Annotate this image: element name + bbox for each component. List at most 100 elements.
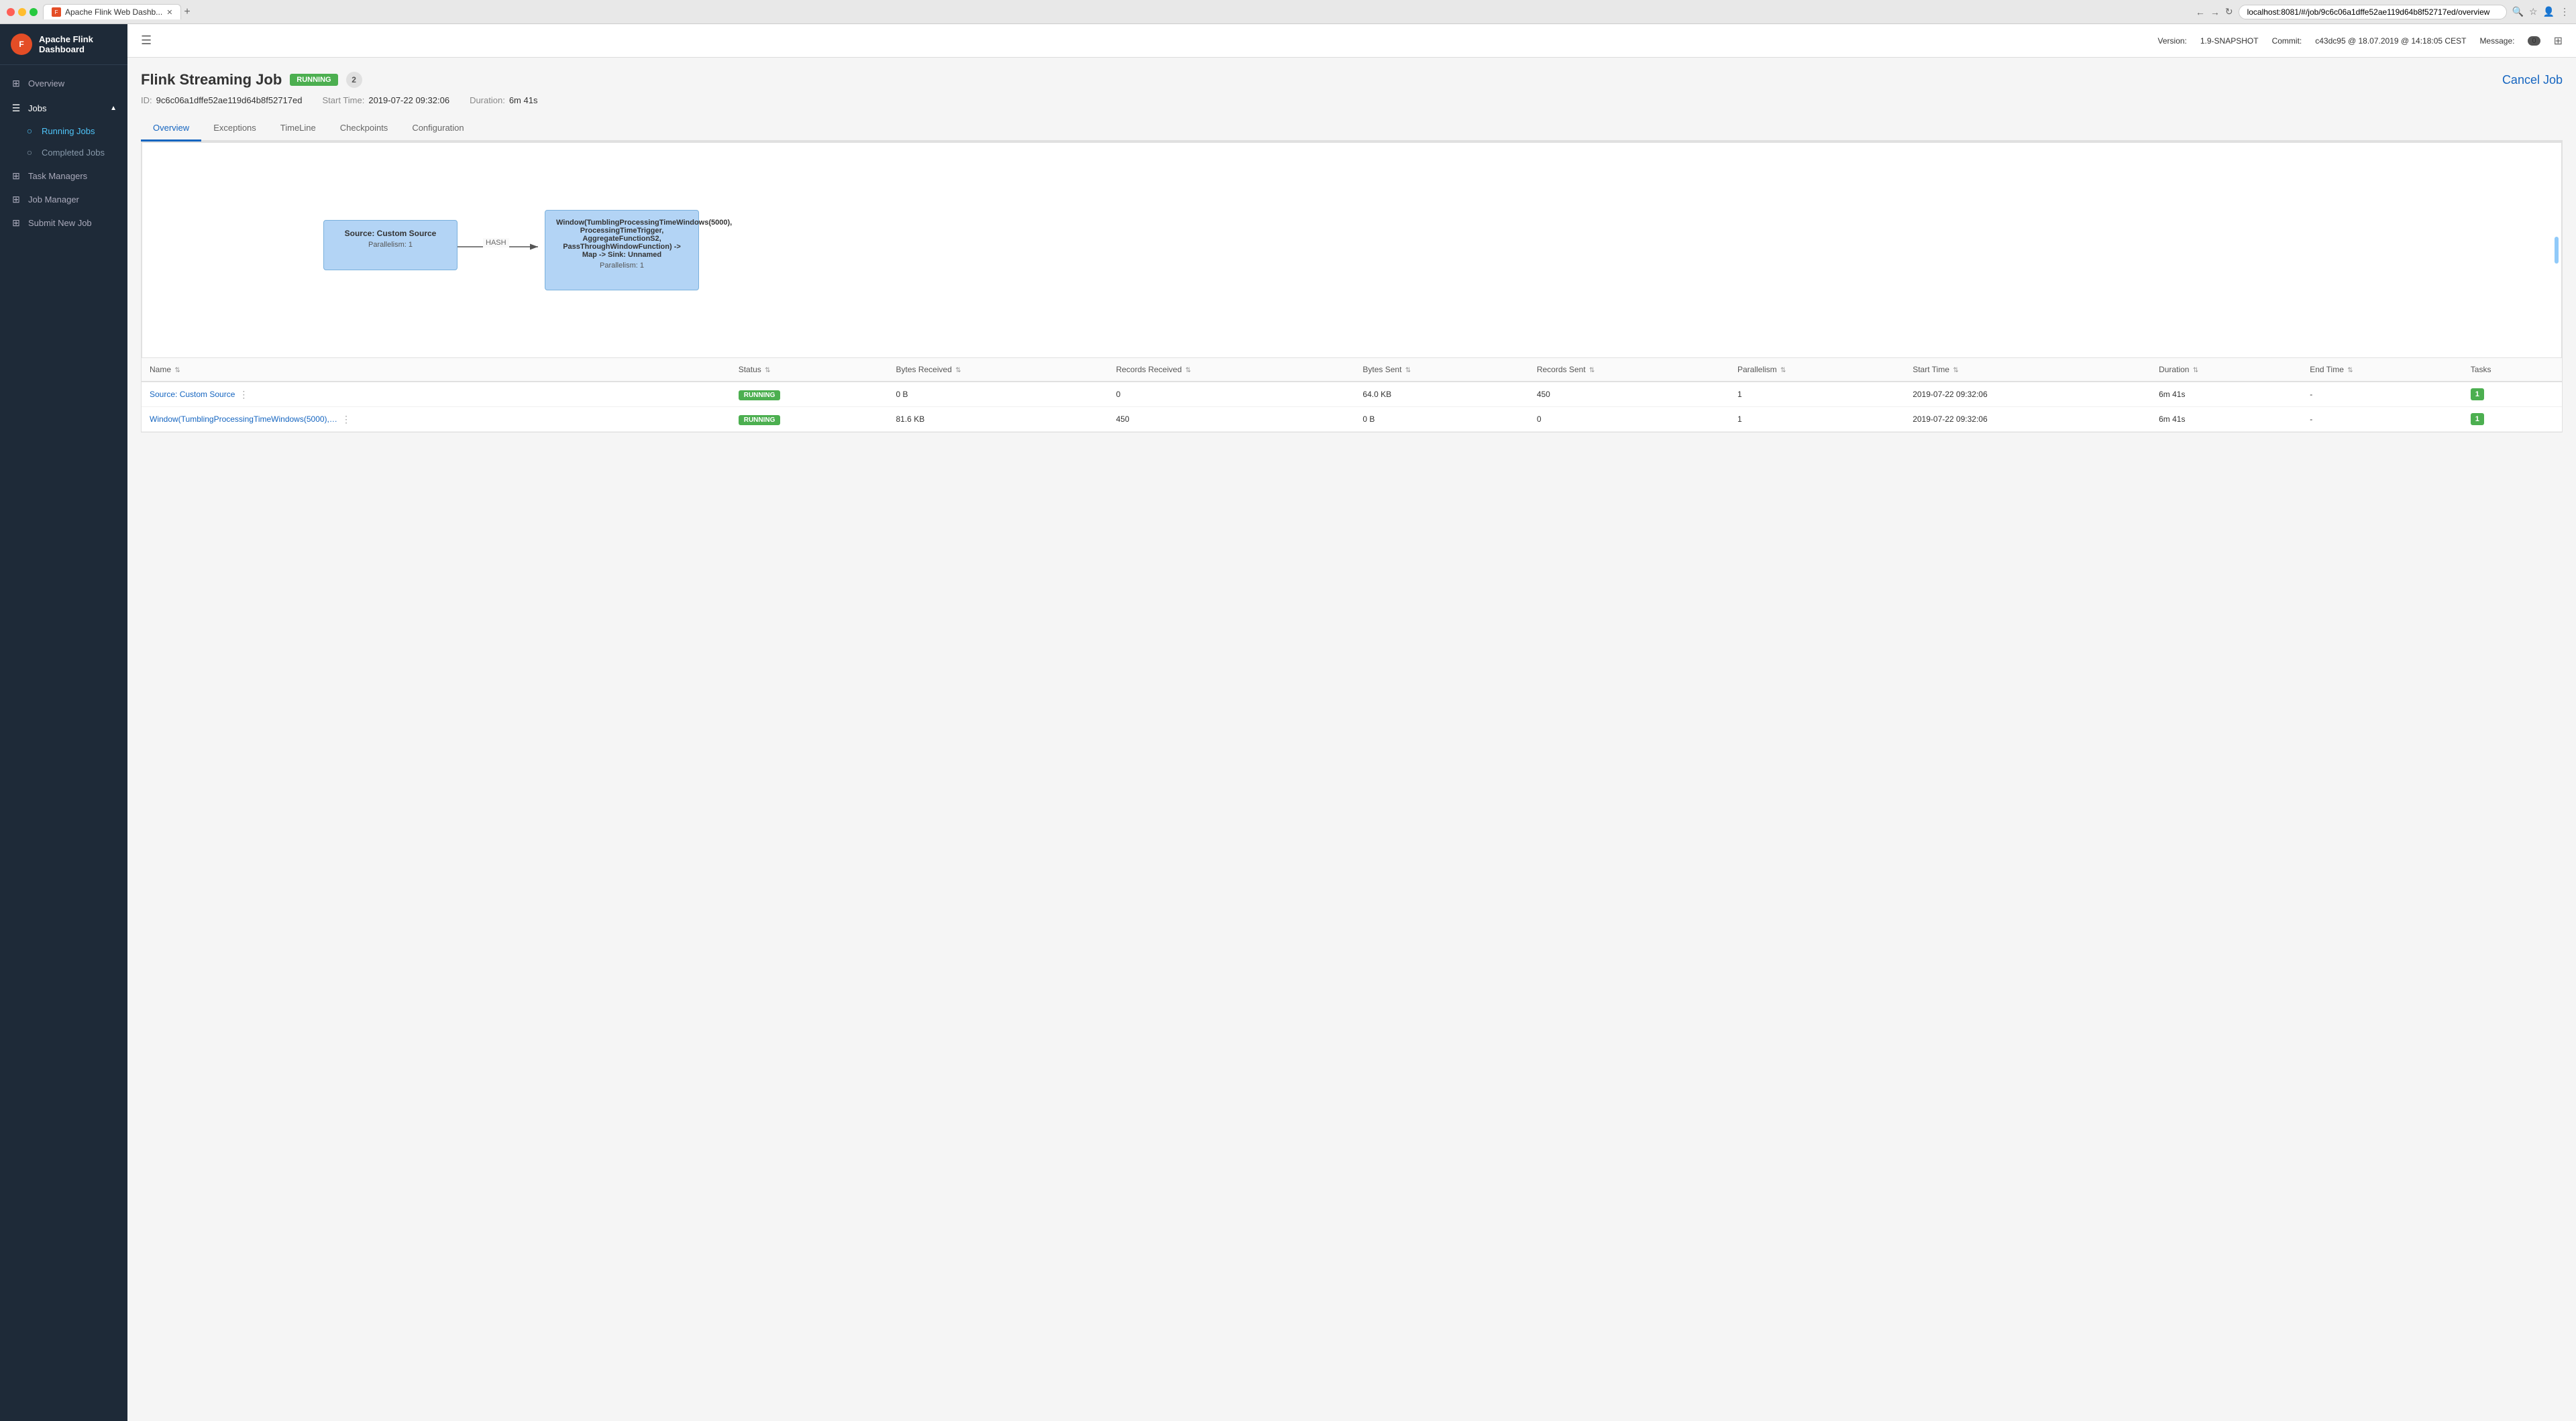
row2-name-link[interactable]: Window(TumblingProcessingTimeWindows(500… xyxy=(150,414,337,424)
sort-start-time-icon[interactable]: ⇅ xyxy=(1953,367,1958,374)
sidebar-item-overview-label: Overview xyxy=(28,78,64,89)
job-start-value: 2019-07-22 09:32:06 xyxy=(368,95,449,105)
tab-close-button[interactable]: ✕ xyxy=(166,8,172,17)
job-duration-item: Duration: 6m 41s xyxy=(470,95,537,105)
content-area: Flink Streaming Job RUNNING 2 Cancel Job… xyxy=(127,58,2576,1421)
job-header: Flink Streaming Job RUNNING 2 xyxy=(141,71,2502,89)
jobs-icon: ☰ xyxy=(11,103,21,114)
overview-icon: ⊞ xyxy=(11,78,21,89)
commit-value: c43dc95 @ 18.07.2019 @ 14:18:05 CEST xyxy=(2315,36,2466,46)
sidebar-item-submit-new-job[interactable]: ⊞ Submit New Job xyxy=(0,211,127,235)
menu-icon[interactable]: ⋮ xyxy=(2560,6,2569,17)
commit-label: Commit: xyxy=(2272,36,2302,46)
forward-button[interactable]: → xyxy=(2210,7,2220,17)
message-count-badge: 0 xyxy=(2528,36,2540,46)
tab-timeline[interactable]: TimeLine xyxy=(268,116,328,141)
message-label: Message: xyxy=(2479,36,2514,46)
sidebar-item-submit-job-label: Submit New Job xyxy=(28,218,92,228)
browser-actions: 🔍 ☆ 👤 ⋮ xyxy=(2512,6,2569,17)
row1-records-sent: 450 xyxy=(1529,382,1729,407)
col-records-sent[interactable]: Records Sent ⇅ xyxy=(1529,358,1729,382)
maximize-window-button[interactable] xyxy=(30,8,38,16)
top-header: ☰ Version: 1.9-SNAPSHOT Commit: c43dc95 … xyxy=(127,24,2576,58)
row2-status-badge: RUNNING xyxy=(739,415,781,425)
graph-node-window[interactable]: Window(TumblingProcessingTimeWindows(500… xyxy=(545,210,699,290)
sort-duration-icon[interactable]: ⇅ xyxy=(2193,367,2198,374)
grid-icon[interactable]: ⊞ xyxy=(2554,34,2563,48)
sort-name-icon[interactable]: ⇅ xyxy=(174,367,180,374)
row1-name-link[interactable]: Source: Custom Source xyxy=(150,390,235,399)
scroll-thumb xyxy=(2555,237,2559,264)
row1-tasks: 1 xyxy=(2463,382,2562,407)
close-window-button[interactable] xyxy=(7,8,15,16)
back-button[interactable]: ← xyxy=(2196,7,2205,17)
job-parallel-badge: 2 xyxy=(346,72,362,88)
zoom-icon[interactable]: 🔍 xyxy=(2512,6,2524,17)
sidebar-item-overview[interactable]: ⊞ Overview xyxy=(0,72,127,95)
reload-button[interactable]: ↻ xyxy=(2225,6,2233,17)
sidebar-item-running-jobs[interactable]: ○ Running Jobs xyxy=(0,120,127,141)
row2-name: Window(TumblingProcessingTimeWindows(500… xyxy=(142,407,731,432)
sort-records-received-icon[interactable]: ⇅ xyxy=(1185,367,1191,374)
sidebar-item-job-manager[interactable]: ⊞ Job Manager xyxy=(0,188,127,211)
row1-status-badge: RUNNING xyxy=(739,390,781,400)
sort-parallelism-icon[interactable]: ⇅ xyxy=(1780,367,1786,374)
sort-bytes-sent-icon[interactable]: ⇅ xyxy=(1405,367,1411,374)
tab-configuration[interactable]: Configuration xyxy=(400,116,476,141)
graph-scrollbar[interactable] xyxy=(2552,143,2561,357)
row1-end-time: - xyxy=(2302,382,2463,407)
sort-records-sent-icon[interactable]: ⇅ xyxy=(1589,367,1595,374)
col-name[interactable]: Name ⇅ xyxy=(142,358,731,382)
table-row: Window(TumblingProcessingTimeWindows(500… xyxy=(142,407,2562,432)
sort-bytes-received-icon[interactable]: ⇅ xyxy=(955,367,961,374)
sidebar: F Apache Flink Dashboard ⊞ Overview ☰ Jo… xyxy=(0,24,127,1421)
graph-node-source[interactable]: Source: Custom Source Parallelism: 1 xyxy=(323,220,458,270)
sidebar-item-job-manager-label: Job Manager xyxy=(28,194,79,205)
tab-exceptions[interactable]: Exceptions xyxy=(201,116,268,141)
col-parallelism[interactable]: Parallelism ⇅ xyxy=(1729,358,1904,382)
col-status[interactable]: Status ⇅ xyxy=(731,358,888,382)
job-status-badge: RUNNING xyxy=(290,74,337,86)
row1-options-icon[interactable]: ⋮ xyxy=(239,389,248,400)
bookmark-icon[interactable]: ☆ xyxy=(2529,6,2538,17)
tab-overview[interactable]: Overview xyxy=(141,116,201,141)
traffic-lights xyxy=(7,8,38,16)
minimize-window-button[interactable] xyxy=(18,8,26,16)
col-start-time[interactable]: Start Time ⇅ xyxy=(1904,358,2151,382)
address-bar[interactable] xyxy=(2239,5,2507,19)
sort-end-time-icon[interactable]: ⇅ xyxy=(2347,367,2353,374)
job-duration-label: Duration: xyxy=(470,95,505,105)
new-tab-button[interactable]: + xyxy=(184,6,190,18)
graph-svg xyxy=(142,143,2561,357)
col-duration[interactable]: Duration ⇅ xyxy=(2151,358,2302,382)
brand-icon: F xyxy=(11,34,32,55)
graph-node-window-title: Window(TumblingProcessingTimeWindows(500… xyxy=(556,219,688,259)
sidebar-item-jobs[interactable]: ☰ Jobs ▲ xyxy=(0,97,127,120)
col-end-time[interactable]: End Time ⇅ xyxy=(2302,358,2463,382)
sidebar-item-task-managers[interactable]: ⊞ Task Managers xyxy=(0,164,127,188)
row1-bytes-received: 0 B xyxy=(888,382,1108,407)
app: F Apache Flink Dashboard ⊞ Overview ☰ Jo… xyxy=(0,24,2576,1421)
active-tab[interactable]: F Apache Flink Web Dashb... ✕ xyxy=(43,4,181,19)
sidebar-item-task-managers-label: Task Managers xyxy=(28,171,87,181)
sort-status-icon[interactable]: ⇅ xyxy=(765,367,770,374)
col-records-received[interactable]: Records Received ⇅ xyxy=(1108,358,1355,382)
table-row: Source: Custom Source ⋮ RUNNING 0 B 0 64… xyxy=(142,382,2562,407)
sidebar-item-completed-jobs[interactable]: ○ Completed Jobs xyxy=(0,141,127,163)
job-id-item: ID: 9c6c06a1dffe52ae119d64b8f52717ed xyxy=(141,95,302,105)
tab-checkpoints[interactable]: Checkpoints xyxy=(328,116,400,141)
graph-area[interactable]: Source: Custom Source Parallelism: 1 HAS… xyxy=(142,142,2562,358)
menu-hamburger-icon[interactable]: ☰ xyxy=(141,34,152,48)
row2-options-icon[interactable]: ⋮ xyxy=(341,414,351,425)
profile-icon[interactable]: 👤 xyxy=(2543,6,2555,17)
row2-records-sent: 0 xyxy=(1529,407,1729,432)
col-bytes-sent[interactable]: Bytes Sent ⇅ xyxy=(1354,358,1528,382)
row1-records-received: 0 xyxy=(1108,382,1355,407)
graph-node-source-title: Source: Custom Source xyxy=(335,229,446,238)
tab-bar: F Apache Flink Web Dashb... ✕ + xyxy=(43,4,2190,19)
header-info: Version: 1.9-SNAPSHOT Commit: c43dc95 @ … xyxy=(2158,36,2540,46)
col-tasks[interactable]: Tasks xyxy=(2463,358,2562,382)
col-bytes-received[interactable]: Bytes Received ⇅ xyxy=(888,358,1108,382)
row2-start-time: 2019-07-22 09:32:06 xyxy=(1904,407,2151,432)
cancel-job-button[interactable]: Cancel Job xyxy=(2502,73,2563,87)
